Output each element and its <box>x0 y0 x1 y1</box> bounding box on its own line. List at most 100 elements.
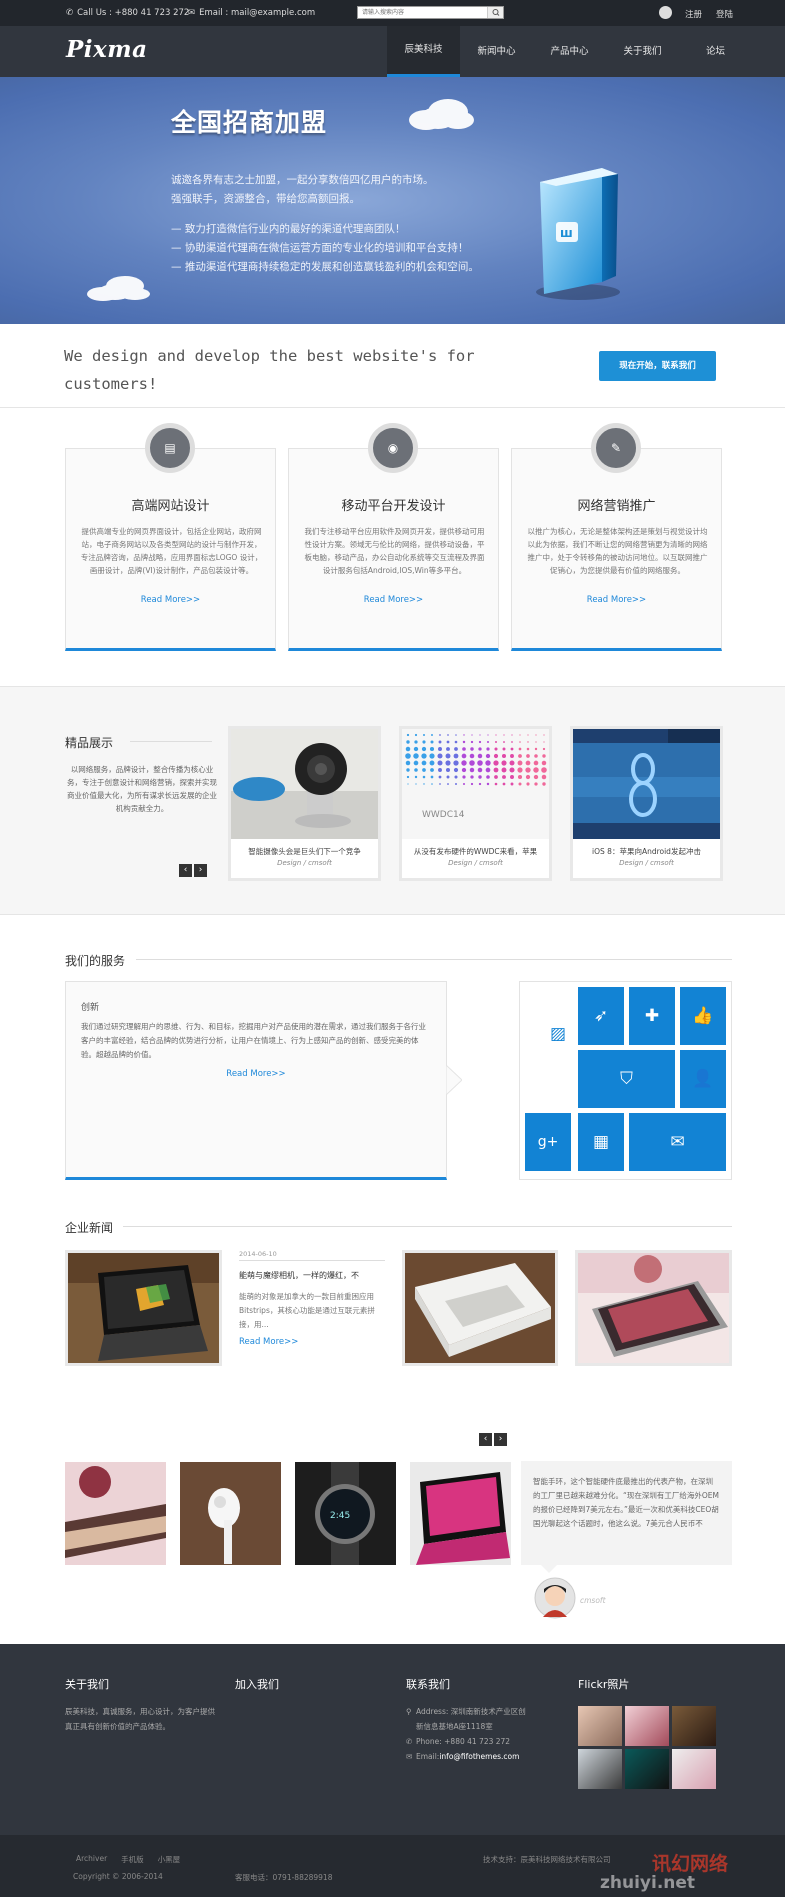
pattern-dot <box>503 741 505 743</box>
footer-phone: ✆ Phone: +880 41 723 272 <box>406 1734 510 1749</box>
pattern-dot <box>470 775 474 779</box>
flickr-photo[interactable] <box>578 1749 622 1789</box>
pattern-dot <box>534 754 538 758</box>
next-arrow-button[interactable]: › <box>494 1433 507 1446</box>
pattern-dot <box>510 747 514 751</box>
presentation-icon[interactable]: ▦ <box>578 1113 624 1171</box>
read-more-link[interactable]: Read More>> <box>239 1337 298 1347</box>
pattern-dot <box>478 740 482 744</box>
flickr-photo[interactable] <box>578 1706 622 1746</box>
pattern-dot <box>454 747 458 751</box>
pattern-dot <box>406 740 410 744</box>
email-info[interactable]: ✉ Email : mail@example.com <box>188 8 315 18</box>
pattern-dot <box>543 741 545 743</box>
showcase-text: 以网络服务，品牌设计，整合传播为核心业务，专注于创意设计和网络营销，探索并实现商… <box>67 765 217 813</box>
next-arrow-button[interactable]: › <box>194 864 207 877</box>
tablet-photo[interactable] <box>65 1250 222 1366</box>
pattern-dot <box>510 754 514 758</box>
thumbs-up-icon[interactable]: 👍 <box>680 987 726 1045</box>
earphones-photo[interactable] <box>180 1462 281 1565</box>
pattern-dot <box>541 760 547 766</box>
nav-home[interactable]: 辰美科技 <box>387 26 460 77</box>
ipad-box-photo[interactable] <box>402 1250 558 1366</box>
footer-phone-text: Phone: +880 41 723 272 <box>416 1737 511 1746</box>
user-icon[interactable]: 👤 <box>680 1050 726 1108</box>
envelope-icon: ✉ <box>406 1752 413 1761</box>
wwdc-logo-text: WWDC14 <box>422 810 465 820</box>
footer-about-title: 关于我们 <box>65 1678 109 1691</box>
pattern-dot <box>526 754 530 758</box>
smartwatch-photo[interactable]: 2:45 <box>295 1462 396 1565</box>
rocket-icon[interactable]: ➶ <box>578 987 624 1045</box>
nav-products[interactable]: 产品中心 <box>533 26 606 77</box>
pattern-dot <box>533 774 539 780</box>
feature-text: 提供高端专业的网页界面设计，包括企业网站，政府网站，电子商务网站以及各类型网站的… <box>80 527 263 575</box>
pattern-dot <box>485 767 491 773</box>
prev-arrow-button[interactable]: ‹ <box>179 864 192 877</box>
read-more-link[interactable]: Read More>> <box>289 595 498 605</box>
search-input[interactable] <box>358 7 486 18</box>
pattern-dot <box>534 747 538 751</box>
logo[interactable]: Pixma <box>66 36 147 63</box>
pattern-dot <box>470 782 474 786</box>
pattern-dot <box>437 753 443 759</box>
flickr-photo[interactable] <box>625 1706 669 1746</box>
pattern-dot <box>439 734 441 736</box>
ipad-closeup-photo[interactable] <box>65 1462 166 1565</box>
pattern-dot <box>405 760 411 766</box>
footer-email: ✉ Email:info@fifothemes.com <box>406 1749 519 1764</box>
pattern-dot <box>413 753 419 759</box>
showcase-title: 精品展示 <box>65 736 114 750</box>
html5-icon[interactable]: ⛉ <box>578 1050 675 1108</box>
news-headline[interactable]: 能萌与魔缪相机，一样的爆红，不 <box>239 1270 385 1281</box>
footer-contact-title: 联系我们 <box>406 1678 450 1691</box>
pattern-dot <box>501 753 507 759</box>
prev-arrow-button[interactable]: ‹ <box>479 1433 492 1446</box>
pattern-dot <box>414 775 418 779</box>
pattern-dot <box>462 740 466 744</box>
banner-line-1: 诚邀各界有志之士加盟，一起分享数倍四亿用户的市场。 <box>171 174 434 186</box>
pattern-dot <box>422 733 426 737</box>
email-text[interactable]: Email : mail@example.com <box>199 8 315 18</box>
footer-address-text: Address: 深圳南新技术产业区创新信息基地A座1118室 <box>416 1707 526 1731</box>
login-link[interactable]: 登陆 <box>716 8 733 20</box>
pattern-dot <box>542 782 546 786</box>
image-icon[interactable]: ▨ <box>545 1019 571 1049</box>
register-link[interactable]: 注册 <box>685 8 702 20</box>
read-more-link[interactable]: Read More>> <box>512 595 721 605</box>
pattern-dot <box>486 782 490 786</box>
mobile-link[interactable]: 手机版 <box>121 1854 144 1865</box>
search-box <box>357 6 504 19</box>
nav-about[interactable]: 关于我们 <box>606 26 679 77</box>
puzzle-icon[interactable]: ✚ <box>629 987 675 1045</box>
nav-forum[interactable]: 论坛 <box>679 26 752 77</box>
pattern-dot <box>502 782 506 786</box>
user-avatar-icon[interactable] <box>659 6 672 19</box>
blackroom-link[interactable]: 小黑屋 <box>158 1854 181 1865</box>
showcase-card[interactable]: iOS 8：苹果向Android发起冲击 Design / cmsoft <box>570 726 723 881</box>
footer-email-link[interactable]: info@fifothemes.com <box>439 1752 519 1761</box>
footer-address: ⚲ Address: 深圳南新技术产业区创新信息基地A座1118室 <box>406 1704 531 1734</box>
pattern-dot <box>487 734 489 736</box>
mail-icon[interactable]: ✉ <box>629 1113 726 1171</box>
read-more-link[interactable]: Read More>> <box>66 595 275 605</box>
pattern-dot <box>502 775 506 779</box>
pattern-dot <box>542 754 546 758</box>
flickr-photo[interactable] <box>672 1749 716 1789</box>
archiver-link[interactable]: Archiver <box>76 1854 107 1865</box>
search-button[interactable] <box>487 7 503 18</box>
read-more-link[interactable]: Read More>> <box>66 1069 446 1079</box>
flickr-photo[interactable] <box>672 1706 716 1746</box>
pattern-dot <box>405 746 411 752</box>
flickr-photo[interactable] <box>625 1749 669 1789</box>
showcase-card[interactable]: 智能摄像头会是巨头们下一个竞争 Design / cmsoft <box>228 726 381 881</box>
showcase-card[interactable]: WWDC14 从没有发布硬件的WWDC来看，苹果 Design / cmsoft <box>399 726 552 881</box>
contact-us-button[interactable]: 现在开始，联系我们 <box>599 351 716 381</box>
pattern-dot <box>414 740 418 744</box>
surface-tablet-photo[interactable] <box>410 1462 511 1565</box>
ipad-photo[interactable] <box>575 1250 732 1366</box>
google-plus-icon[interactable]: g+ <box>525 1113 571 1171</box>
pattern-dot <box>430 775 434 779</box>
nav-news[interactable]: 新闻中心 <box>460 26 533 77</box>
pattern-dot <box>493 767 499 773</box>
